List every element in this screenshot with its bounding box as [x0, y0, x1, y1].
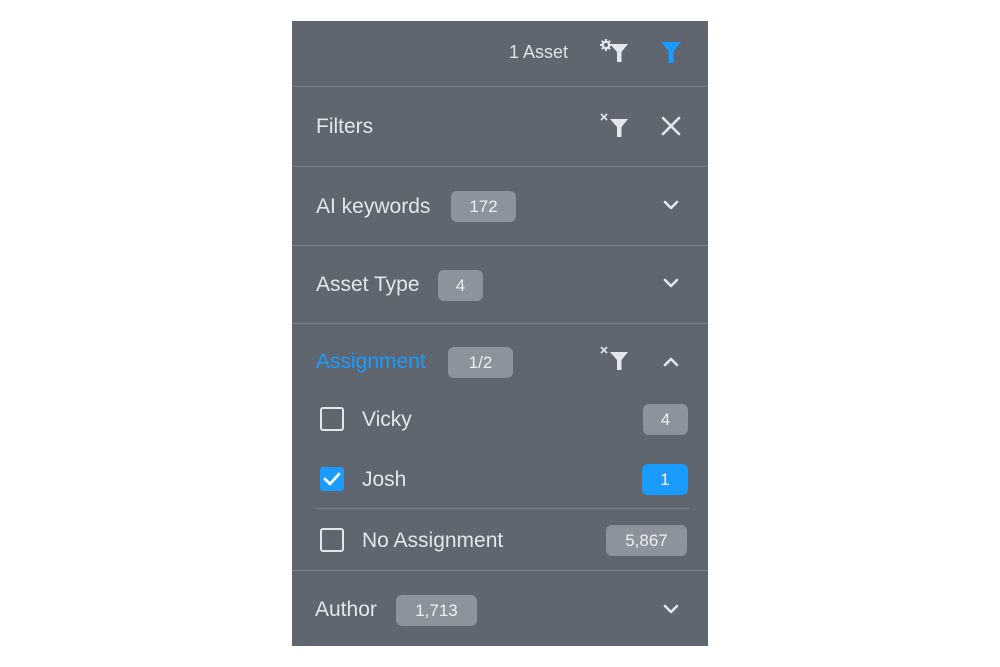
section-title: Assignment [316, 350, 426, 373]
clear-filter-icon[interactable] [599, 345, 631, 373]
clear-filter-icon[interactable] [599, 112, 631, 140]
section-author[interactable]: Author 1,713 [292, 571, 708, 646]
option-label: Vicky [362, 408, 412, 431]
asset-count: 1 Asset [509, 42, 569, 62]
assignment-option-no-assignment[interactable]: No Assignment 5,867 [292, 509, 708, 570]
chevron-up-icon[interactable] [663, 356, 679, 368]
checkbox-checked[interactable] [320, 467, 344, 491]
panel-header: 1 Asset [292, 21, 708, 86]
section-title: AI keywords [316, 195, 431, 218]
section-asset-type[interactable]: Asset Type 4 [292, 246, 708, 323]
filter-settings-icon[interactable] [598, 38, 632, 66]
assignment-option-vicky[interactable]: Vicky 4 [292, 398, 708, 454]
filters-title: Filters [316, 115, 374, 138]
count-badge: 172 [451, 191, 516, 222]
filter-panel: 1 Asset Filters AI keywords 172 Asset Ty… [292, 21, 708, 646]
checkbox[interactable] [320, 528, 344, 552]
section-title: Author [315, 598, 377, 621]
section-assignment[interactable]: Assignment 1/2 [292, 324, 708, 398]
count-badge: 1/2 [448, 347, 513, 378]
close-icon[interactable] [661, 116, 681, 136]
chevron-down-icon[interactable] [663, 199, 679, 211]
filters-header: Filters [292, 87, 708, 166]
count-badge: 1 [642, 464, 688, 495]
count-badge: 5,867 [606, 525, 687, 556]
section-ai-keywords[interactable]: AI keywords 172 [292, 167, 708, 245]
assignment-option-josh[interactable]: Josh 1 [292, 454, 708, 508]
option-label: Josh [362, 468, 407, 491]
count-badge: 1,713 [396, 595, 477, 626]
chevron-down-icon[interactable] [663, 277, 679, 289]
checkbox[interactable] [320, 407, 344, 431]
option-label: No Assignment [362, 529, 504, 552]
chevron-down-icon[interactable] [663, 603, 679, 615]
section-title: Asset Type [316, 273, 420, 296]
count-badge: 4 [643, 404, 688, 435]
filter-icon[interactable] [660, 41, 682, 65]
check-icon [323, 472, 341, 486]
count-badge: 4 [438, 270, 483, 301]
